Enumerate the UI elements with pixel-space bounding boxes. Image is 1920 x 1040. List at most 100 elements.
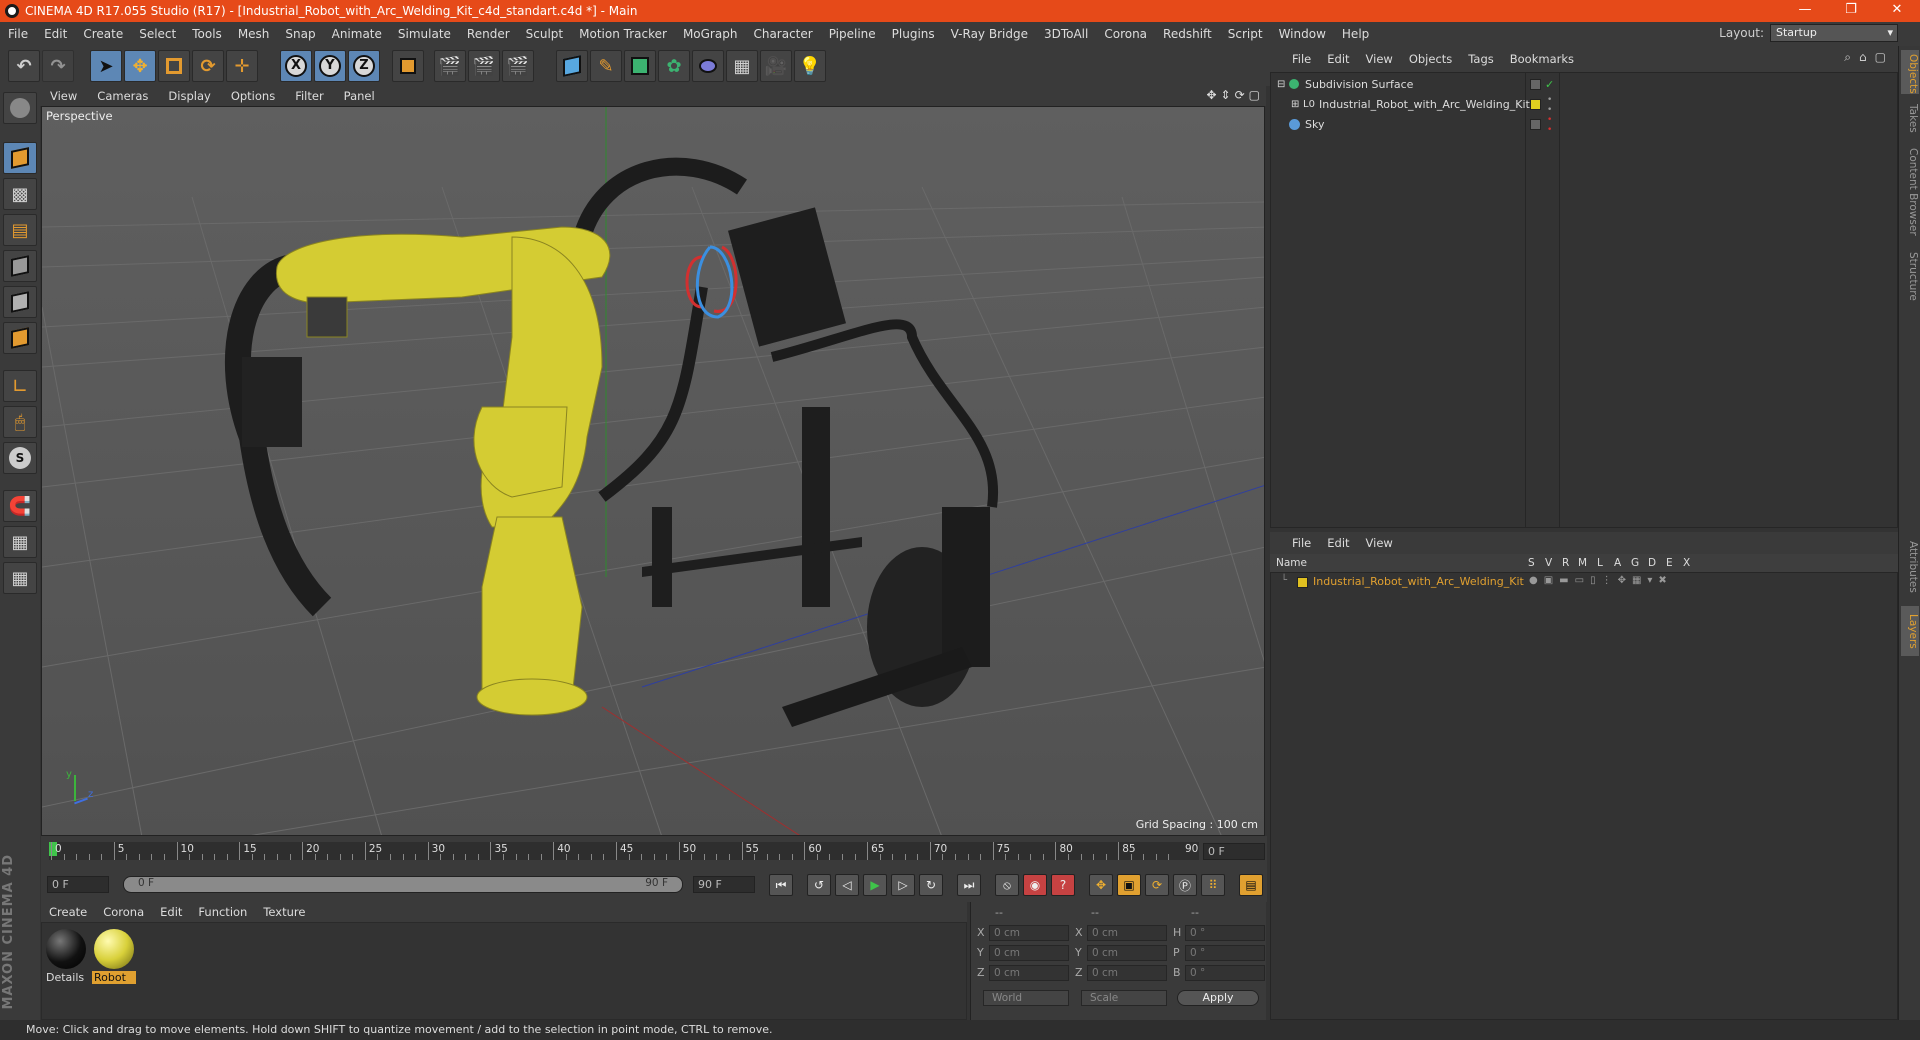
object-row-sky[interactable]: Sky • • [1271,115,1897,135]
layer-menu-file[interactable]: File [1284,536,1319,550]
orbit-view-icon[interactable]: ⟳ [1235,88,1245,102]
material-menu-function[interactable]: Function [190,905,255,919]
object-menu-file[interactable]: File [1284,52,1319,66]
visibility-dots-icon[interactable]: • • [1547,95,1552,115]
magnet-button[interactable]: 🧲 [3,490,37,522]
texture-mode-button[interactable]: ▩ [3,178,37,210]
range-slider[interactable]: 0 F 90 F [123,876,683,893]
subdivision-button[interactable] [624,50,656,82]
menu-select[interactable]: Select [131,27,184,41]
layer-menu-edit[interactable]: Edit [1319,536,1357,550]
perspective-viewport[interactable]: Perspective Grid Spacing : 100 cm y z [41,106,1265,836]
scale-tool-button[interactable] [158,50,190,82]
step-backward-button[interactable]: ◁ [835,874,859,896]
column-generators[interactable]: G [1631,554,1639,572]
floor-button[interactable]: ▦ [726,50,758,82]
layer-menu-view[interactable]: View [1358,536,1401,550]
column-solo[interactable]: S [1528,554,1535,572]
go-to-previous-key-button[interactable]: ↺ [807,874,831,896]
polygons-mode-button[interactable] [3,322,37,354]
size-x-field[interactable]: 0 cm [1087,925,1167,941]
maximize-view-icon[interactable]: ▢ [1249,88,1260,102]
render-picture-viewer-button[interactable]: 🎬 [468,50,500,82]
start-frame-field[interactable]: 0 F [47,876,109,893]
object-menu-edit[interactable]: Edit [1319,52,1357,66]
menu-3dtoall[interactable]: 3DToAll [1036,27,1096,41]
record-active-button[interactable]: ◉ [1023,874,1047,896]
tab-content-browser[interactable]: Content Browser [1901,142,1919,242]
spline-pen-button[interactable]: ✎ [590,50,622,82]
light-button[interactable]: 💡 [794,50,826,82]
menu-motion-tracker[interactable]: Motion Tracker [571,27,675,41]
layer-color-chip[interactable] [1530,99,1541,110]
column-expressions[interactable]: E [1666,554,1673,572]
object-menu-bookmarks[interactable]: Bookmarks [1502,52,1582,66]
menu-render[interactable]: Render [459,27,518,41]
column-view[interactable]: V [1545,554,1552,572]
y-axis-lock-button[interactable]: Y [314,50,346,82]
key-position-button[interactable]: ✥ [1089,874,1113,896]
column-locked[interactable]: L [1597,554,1603,572]
viewport-menu-panel[interactable]: Panel [334,89,385,103]
workplane-mode-button[interactable]: ▤ [3,214,37,246]
step-forward-button[interactable]: ▷ [891,874,915,896]
points-mode-button[interactable] [3,250,37,282]
rotation-p-field[interactable]: 0 ° [1185,945,1265,961]
menu-corona[interactable]: Corona [1096,27,1155,41]
object-menu-view[interactable]: View [1358,52,1401,66]
apply-button[interactable]: Apply [1177,990,1259,1006]
edges-mode-button[interactable] [3,286,37,318]
camera-button[interactable]: 🎥 [760,50,792,82]
column-xref[interactable]: X [1683,554,1690,572]
menu-mesh[interactable]: Mesh [230,27,278,41]
rotation-b-field[interactable]: 0 ° [1185,965,1265,981]
menu-sculpt[interactable]: Sculpt [518,27,571,41]
rotate-tool-button[interactable]: ⟳ [192,50,224,82]
menu-snap[interactable]: Snap [277,27,323,41]
expand-toggle-icon[interactable]: ⊟ [1277,75,1285,95]
array-button[interactable]: ✿ [658,50,690,82]
planar-workplane-button[interactable]: ▦ [3,562,37,594]
display-tag-icon[interactable] [1530,79,1541,90]
live-selection-button[interactable]: ➤ [90,50,122,82]
column-animation[interactable]: A [1614,554,1621,572]
object-row-subdivision-surface[interactable]: ⊟ Subdivision Surface ✓ [1271,75,1897,95]
move-tool-button[interactable]: ✥ [124,50,156,82]
viewport-menu-view[interactable]: View [40,89,87,103]
layer-row-industrial-robot[interactable]: └ Industrial_Robot_with_Arc_Welding_Kit … [1271,575,1897,591]
x-axis-lock-button[interactable]: X [280,50,312,82]
object-row-industrial-robot[interactable]: ⊞ L0 Industrial_Robot_with_Arc_Welding_K… [1271,95,1897,115]
menu-mograph[interactable]: MoGraph [675,27,746,41]
z-axis-lock-button[interactable]: Z [348,50,380,82]
layout-dropdown[interactable]: Startup [1770,24,1898,42]
play-button[interactable]: ▶ [863,874,887,896]
menu-plugins[interactable]: Plugins [884,27,943,41]
display-tag-icon[interactable] [1530,119,1541,130]
key-scale-button[interactable]: ▣ [1117,874,1141,896]
enabled-check-icon[interactable]: ✓ [1545,75,1554,95]
restore-button[interactable]: ❐ [1828,0,1874,22]
column-render[interactable]: R [1562,554,1569,572]
tweak-mode-button[interactable]: 🖱 [3,406,37,438]
go-to-start-button[interactable]: ⏮ [769,874,793,896]
viewport-menu-options[interactable]: Options [221,89,285,103]
menu-animate[interactable]: Animate [324,27,390,41]
expand-toggle-icon[interactable]: ⊞ [1291,95,1299,115]
cube-primitive-button[interactable] [556,50,588,82]
column-deformers[interactable]: D [1648,554,1656,572]
material-details[interactable]: Details [44,929,88,984]
layer-color-swatch[interactable] [1297,577,1308,588]
menu-file[interactable]: File [0,27,36,41]
size-z-field[interactable]: 0 cm [1087,965,1167,981]
coordinate-mode-dropdown[interactable]: Scale [1081,990,1167,1006]
make-editable-button[interactable] [3,92,37,124]
zoom-view-icon[interactable]: ⇕ [1221,88,1231,102]
tab-attributes[interactable]: Attributes [1901,532,1919,602]
viewport-menu-filter[interactable]: Filter [285,89,333,103]
material-robot[interactable]: Robot [92,929,136,984]
visibility-dots-icon[interactable]: • • [1547,115,1552,135]
rotation-h-field[interactable]: 0 ° [1185,925,1265,941]
menu-edit[interactable]: Edit [36,27,75,41]
menu-tools[interactable]: Tools [184,27,230,41]
timeline-ruler[interactable]: 0 5 10 15 20 25 30 35 40 45 50 55 60 65 70 75 80 85 90 0 F [41,836,1267,866]
